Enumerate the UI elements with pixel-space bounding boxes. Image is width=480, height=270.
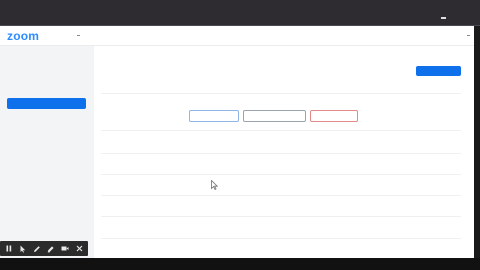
divider (101, 93, 461, 94)
web-page: zoom (0, 26, 474, 258)
divider (101, 174, 461, 175)
mouse-cursor-icon (211, 177, 219, 195)
scrollbar[interactable] (474, 26, 480, 258)
divider (101, 216, 461, 217)
header-menu-icon[interactable] (467, 35, 470, 36)
main-primary-button[interactable] (416, 66, 461, 76)
outline-button-1[interactable] (189, 110, 239, 122)
divider (101, 153, 461, 154)
pointer-icon[interactable] (16, 242, 30, 255)
annotation-toolbar (0, 241, 88, 256)
zoom-logo[interactable]: zoom (7, 29, 39, 43)
header-dropdown-icon[interactable] (77, 35, 80, 36)
bottom-bar (0, 258, 480, 270)
pen-icon[interactable] (30, 242, 44, 255)
camera-icon[interactable] (58, 242, 72, 255)
pause-icon[interactable] (2, 242, 16, 255)
divider (101, 238, 461, 239)
window-titlebar (0, 0, 480, 26)
outline-button-2[interactable] (243, 110, 306, 122)
sidebar-primary-button[interactable] (7, 98, 86, 109)
sidebar (0, 46, 94, 258)
divider (101, 130, 461, 131)
close-icon[interactable] (72, 242, 86, 255)
marker-icon[interactable] (44, 242, 58, 255)
outline-button-3[interactable] (310, 110, 358, 122)
main-content (94, 46, 474, 258)
minimize-icon[interactable] (441, 17, 446, 19)
page-header: zoom (0, 26, 474, 46)
divider (101, 195, 461, 196)
